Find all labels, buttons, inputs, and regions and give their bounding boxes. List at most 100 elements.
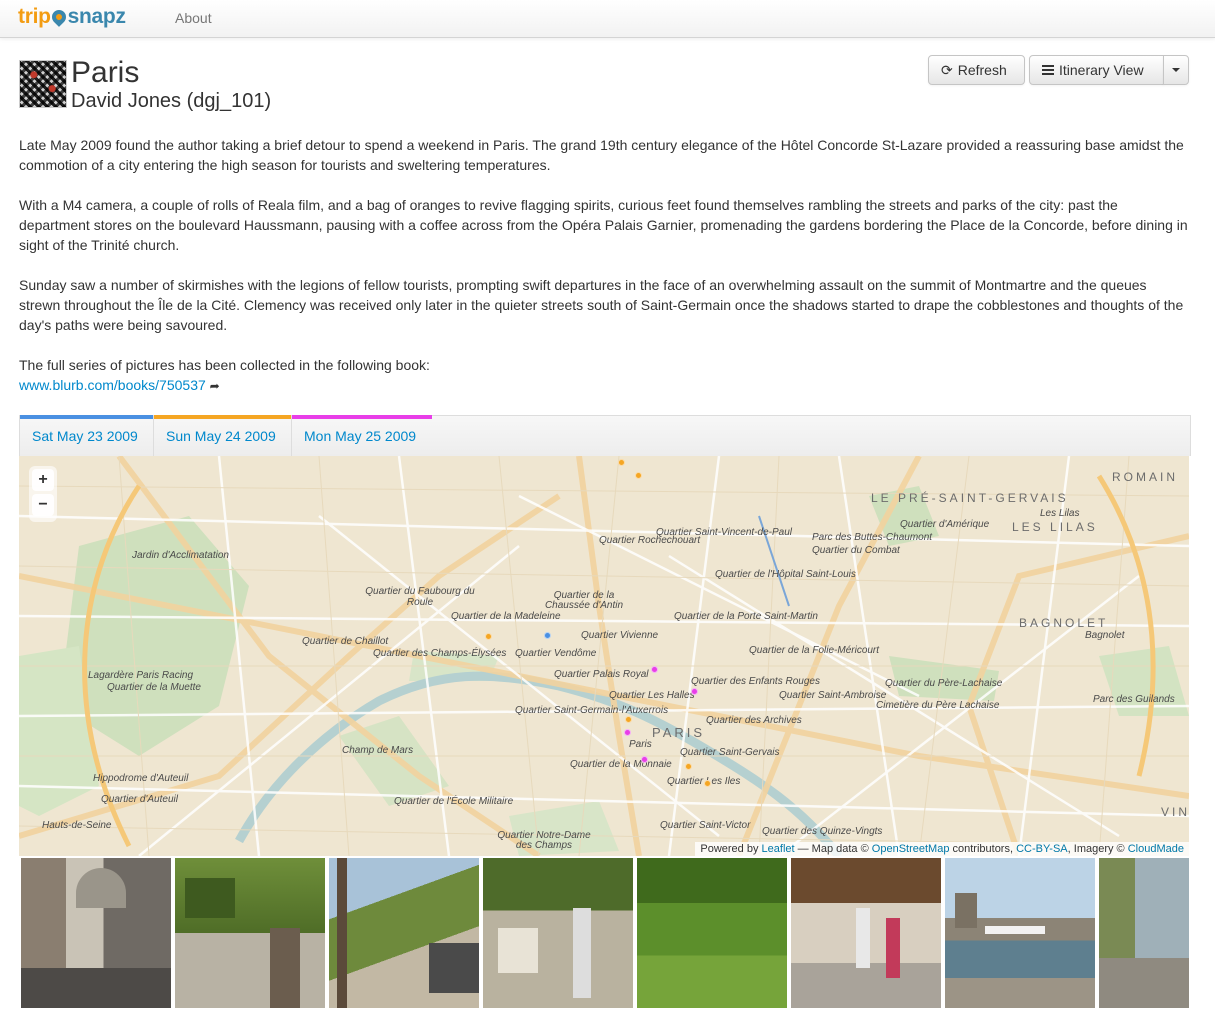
map-label: Quartier Saint-Vincent-de-Paul [656, 527, 792, 538]
map-label: Quartier de la Muette [107, 682, 201, 693]
garden-hedge-photo[interactable] [637, 858, 787, 1008]
map-label: Cimetière du Père Lachaise [876, 700, 1000, 711]
ivy-covered-building-photo[interactable] [175, 858, 325, 1008]
map-label: Paris [629, 739, 652, 750]
tab-mon-may-25[interactable]: Mon May 25 2009 [292, 415, 432, 456]
map-label: Quartier du Faubourg du Roule [365, 586, 475, 608]
map-label: Parc des Guilands [1093, 694, 1175, 705]
map-label: Quartier Saint-Gervais [680, 747, 780, 758]
map-label: Quartier Les Halles [609, 690, 695, 701]
attribution-text: — Map data © [797, 843, 869, 855]
openstreetmap-link[interactable]: OpenStreetMap [872, 843, 950, 855]
tab-color-bar [154, 415, 291, 419]
map-label: Parc des Buttes-Chaumont [812, 532, 933, 543]
map-label: Champ de Mars [342, 745, 414, 756]
map-view[interactable]: + − Jardin d'Acclimatation Quartier Roch… [19, 456, 1189, 856]
map-label: Quartier de la Madeleine [451, 611, 561, 622]
street-with-dome-photo[interactable] [21, 858, 171, 1008]
trip-description: Late May 2009 found the author taking a … [19, 135, 1189, 396]
map-label: Lagardère Paris Racing [88, 670, 194, 681]
leaflet-link[interactable]: Leaflet [762, 843, 795, 855]
list-icon [1042, 65, 1054, 75]
day-tabs: Sat May 23 2009 Sun May 24 2009 Mon May … [19, 415, 1191, 456]
license-link[interactable]: CC-BY-SA [1016, 843, 1068, 855]
map-label: Quartier des Archives [706, 715, 802, 726]
refresh-button[interactable]: ⟳ Refresh [928, 55, 1025, 85]
map-label: Quartier de la Monnaie [570, 759, 672, 770]
page-subtitle: David Jones (dgj_101) [71, 90, 272, 112]
attribution-text: contributors, [952, 843, 1014, 855]
map-label: Quartier de la Chaussée d'Antin [544, 590, 624, 611]
zoom-in-button[interactable]: + [32, 469, 54, 491]
photo-marker[interactable] [651, 666, 658, 673]
itinerary-view-label: Itinerary View [1059, 62, 1144, 78]
chevron-down-icon [1172, 68, 1180, 72]
refresh-icon: ⟳ [941, 61, 953, 78]
tab-sat-may-23[interactable]: Sat May 23 2009 [20, 415, 154, 456]
map-tiles [19, 456, 1189, 856]
brand-snapz-text: snapz [67, 5, 126, 28]
page-title: Paris [71, 56, 140, 89]
map-area-label: BAGNOLET [1019, 616, 1109, 630]
notre-dame-seine-photo[interactable] [945, 858, 1095, 1008]
photo-marker[interactable] [544, 632, 551, 639]
photo-marker[interactable] [704, 780, 711, 787]
map-area-label: PARIS [652, 725, 706, 740]
avatar [19, 60, 67, 108]
map-label: Quartier de l'Hôpital Saint-Louis [715, 569, 856, 580]
photo-marker[interactable] [485, 633, 492, 640]
tab-label: Sat May 23 2009 [32, 428, 138, 444]
map-pin-icon [48, 7, 69, 27]
zoom-out-button[interactable]: − [32, 494, 54, 516]
park-kiosk-photo[interactable] [483, 858, 633, 1008]
description-paragraph-2: With a M4 camera, a couple of rolls of R… [19, 197, 1188, 253]
photo-marker[interactable] [618, 459, 625, 466]
photo-marker[interactable] [641, 756, 648, 763]
map-label: Quartier d'Auteuil [101, 794, 178, 805]
map-label: Hippodrome d'Auteuil [93, 773, 189, 784]
description-paragraph-3: Sunday saw a number of skirmishes with t… [19, 277, 1184, 333]
tab-label: Sun May 24 2009 [166, 428, 276, 444]
brand-logo[interactable]: trip snapz [18, 5, 126, 29]
map-area-label: LE PRÉ-SAINT-GERVAIS [871, 491, 1069, 505]
book-link[interactable]: www.blurb.com/books/750537 [19, 377, 206, 393]
map-label: Quartier de la Folie-Méricourt [749, 645, 880, 656]
map-label: Jardin d'Acclimatation [132, 550, 229, 561]
tab-color-bar [292, 415, 432, 419]
itinerary-view-button[interactable]: Itinerary View [1029, 55, 1164, 85]
photo-marker[interactable] [624, 729, 631, 736]
map-label: Quartier des Enfants Rouges [691, 676, 820, 687]
photo-marker[interactable] [685, 763, 692, 770]
market-stall-photo[interactable] [791, 858, 941, 1008]
brand-trip-text: trip [18, 5, 51, 28]
photo-marker[interactable] [635, 472, 642, 479]
attribution-text: Powered by [700, 843, 759, 855]
montmartre-stairs-photo[interactable] [329, 858, 479, 1008]
map-label: Quartier de Chaillot [302, 636, 389, 647]
map-area-label: VINC [1161, 805, 1189, 819]
nav-about-link[interactable]: About [175, 10, 212, 26]
map-label: Quartier Vivienne [581, 630, 659, 641]
map-label: Quartier de l'École Militaire [394, 796, 514, 807]
seine-quay-photo[interactable] [1099, 858, 1189, 1008]
map-label: Les Lilas [1040, 508, 1080, 519]
map-label: Quartier Saint-Victor [660, 820, 751, 831]
attribution-text: , Imagery © [1067, 843, 1125, 855]
map-label: Quartier du Père-Lachaise [885, 678, 1003, 689]
zoom-control: + − [29, 466, 57, 522]
map-label: Quartier Palais Royal [554, 669, 649, 680]
view-dropdown-toggle[interactable] [1163, 55, 1189, 85]
tab-color-bar [20, 415, 153, 419]
photo-marker[interactable] [691, 688, 698, 695]
tab-label: Mon May 25 2009 [304, 428, 417, 444]
top-navbar: trip snapz About [0, 0, 1215, 38]
cloudmade-link[interactable]: CloudMade [1128, 843, 1184, 855]
tab-sun-may-24[interactable]: Sun May 24 2009 [154, 415, 292, 456]
map-label: Quartier de la Porte Saint-Martin [674, 611, 818, 622]
map-label: Quartier des Quinze-Vingts [762, 826, 883, 837]
map-area-label: ROMAIN [1112, 470, 1178, 484]
share-arrow-icon: ➦ [209, 379, 220, 393]
photo-marker[interactable] [625, 716, 632, 723]
photo-strip [19, 857, 1189, 1009]
map-label: Quartier Saint-Ambroise [779, 690, 887, 701]
